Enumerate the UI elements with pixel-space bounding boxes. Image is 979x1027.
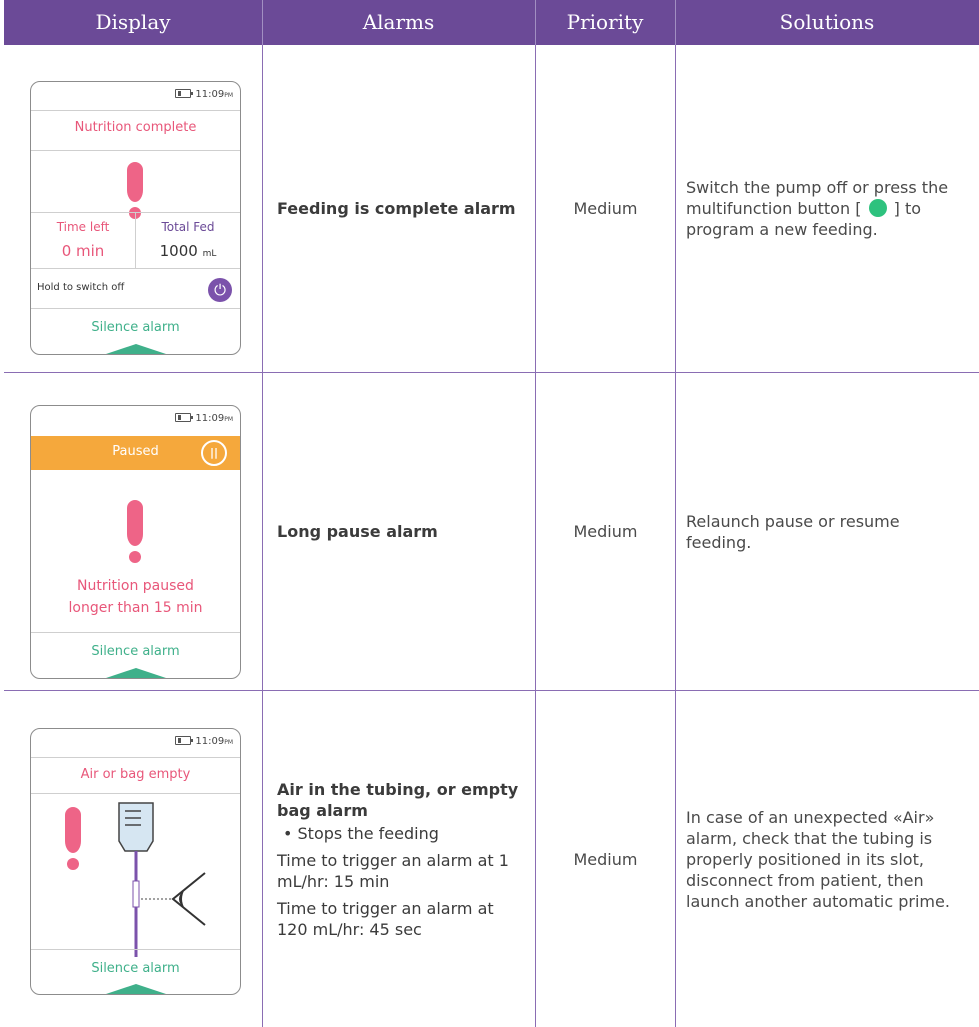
screen-title: Air or bag empty — [80, 767, 191, 782]
status-bar: 11:09PM — [175, 89, 233, 100]
priority: Medium — [573, 199, 638, 218]
status-bar: 11:09PM — [175, 413, 233, 424]
message-line-2: longer than 15 min — [68, 600, 203, 616]
silence-arrow — [102, 668, 169, 678]
priority: Medium — [573, 522, 638, 541]
silence-alarm-button[interactable]: Silence alarm — [31, 961, 240, 976]
time-left-value: 0 min — [61, 242, 105, 260]
alarm-bullet: • Stops the feeding — [283, 823, 439, 843]
status-bar: 11:09PM — [175, 736, 233, 747]
solution: Relaunch pause or resume feeding. — [686, 511, 900, 552]
alarm-name: Feeding is complete alarm — [277, 199, 516, 218]
total-fed-label: Total Fed — [161, 220, 215, 234]
silence-arrow — [102, 984, 169, 994]
header-display: Display — [95, 10, 171, 34]
power-icon[interactable]: ⏻ — [208, 278, 232, 302]
alarm-detail-1: Time to trigger an alarm at 1 mL/hr: 15 … — [277, 850, 509, 891]
battery-icon — [175, 89, 194, 98]
priority: Medium — [573, 849, 638, 869]
pause-icon[interactable]: || — [201, 440, 227, 466]
message-line-1: Nutrition paused — [77, 578, 194, 594]
header-priority: Priority — [566, 10, 644, 34]
alarm-name: Long pause alarm — [277, 522, 438, 541]
feeding-bag-icon — [118, 802, 206, 957]
alarm-description: Air in the tubing, or empty bag alarm • … — [263, 691, 535, 1027]
solution: Switch the pump off or press the multifu… — [686, 178, 949, 239]
solution: In case of an unexpected «Air» alarm, ch… — [686, 807, 950, 911]
pump-screen-nutrition-complete: 11:09PM Nutrition complete Time left 0 m… — [30, 81, 241, 355]
header-solutions: Solutions — [779, 10, 875, 34]
header-alarms: Alarms — [362, 10, 435, 34]
silence-alarm-button[interactable]: Silence alarm — [31, 320, 240, 335]
time-left-label: Time left — [56, 220, 110, 234]
hold-to-switch-off-label: Hold to switch off — [37, 282, 125, 293]
silence-alarm-button[interactable]: Silence alarm — [31, 644, 240, 659]
total-fed-value: 1000 mL — [159, 242, 217, 260]
silence-arrow — [102, 344, 169, 354]
pump-screen-air-bag-empty: 11:09PM Air or bag empty Silence alarm — [30, 728, 241, 995]
green-button-icon — [868, 199, 887, 217]
exclamation-icon — [127, 162, 143, 219]
alarm-name: Air in the tubing, or empty bag alarm — [277, 779, 519, 820]
battery-icon — [175, 736, 194, 745]
battery-icon — [175, 413, 194, 422]
exclamation-icon — [65, 807, 81, 870]
eye-sensor-icon — [171, 872, 206, 926]
paused-banner: Paused || — [31, 436, 240, 470]
pump-screen-paused: 11:09PM Paused || Nutrition paused longe… — [30, 405, 241, 679]
alarm-detail-2: Time to trigger an alarm at 120 mL/hr: 4… — [277, 898, 494, 939]
screen-title: Nutrition complete — [74, 120, 197, 135]
exclamation-icon — [127, 500, 143, 563]
table-header: Display Alarms Priority Solutions — [4, 0, 979, 45]
